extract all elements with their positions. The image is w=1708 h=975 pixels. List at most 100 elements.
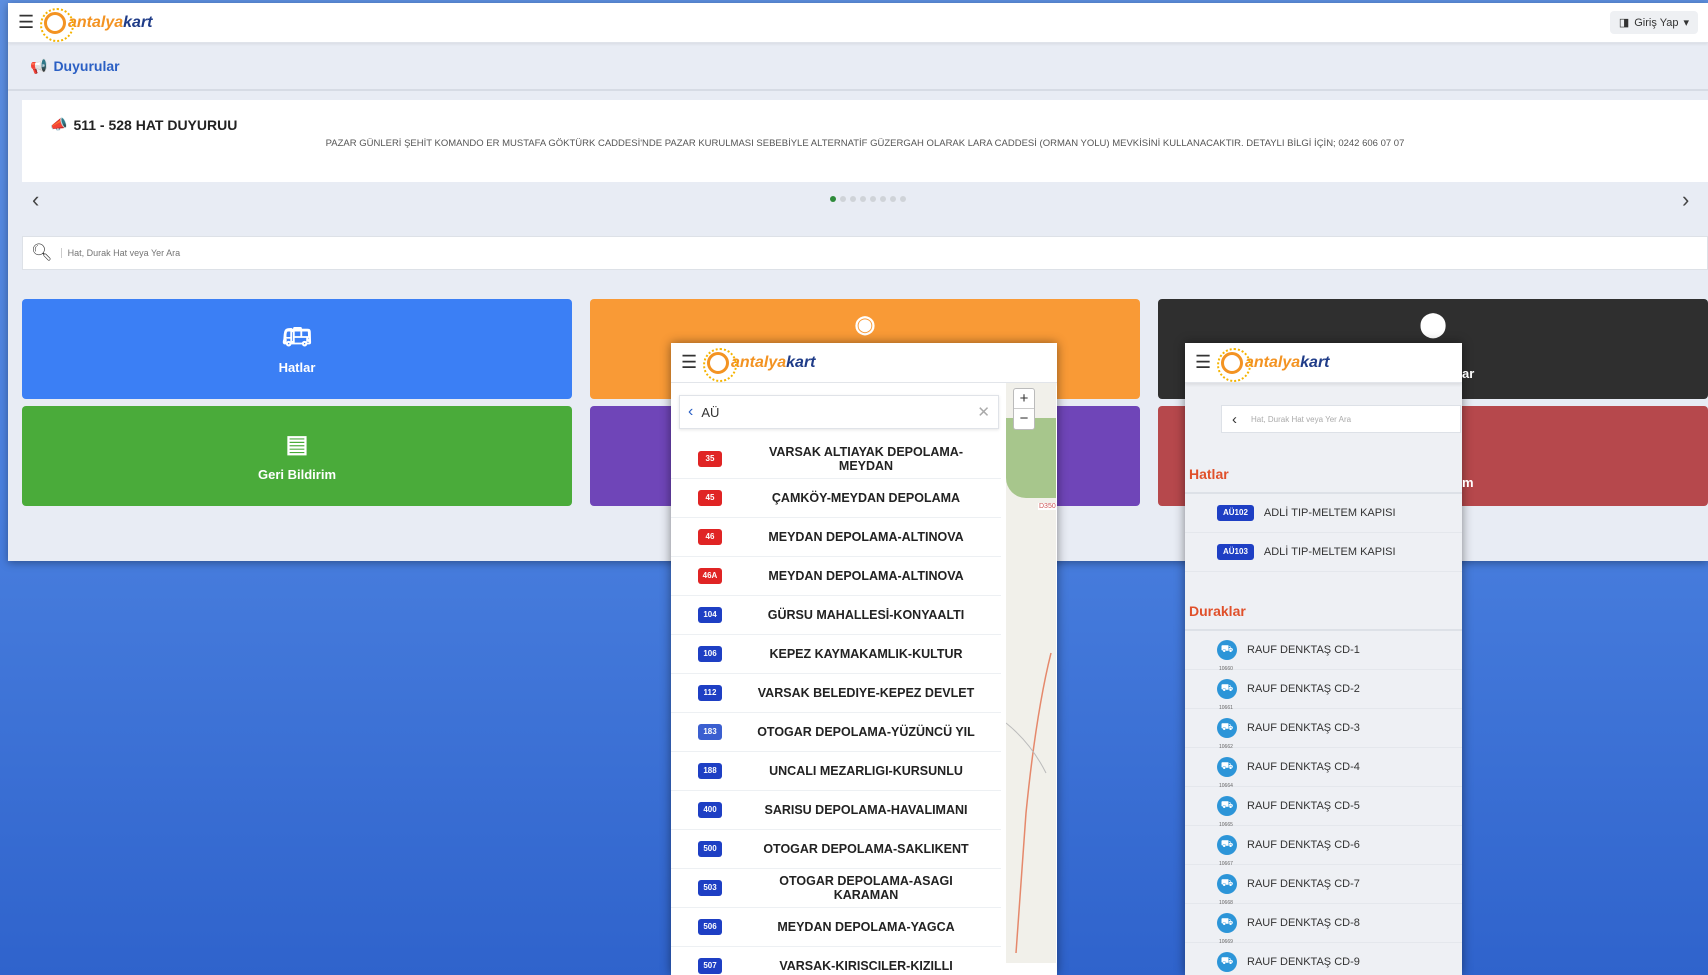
stop-name: RAUF DENKTAŞ CD-1 [1247, 644, 1360, 656]
route-code-badge: 35 [698, 451, 722, 467]
stop-number: 10669 [1219, 939, 1233, 945]
search-icon[interactable]: 🔍︎ [31, 243, 53, 263]
map-strip[interactable]: D350 [1006, 383, 1057, 963]
search-input[interactable] [60, 248, 661, 258]
carousel-dot[interactable] [870, 196, 876, 202]
stops-title: Duraklar [1185, 593, 1462, 631]
stop-number: 10660 [1219, 666, 1233, 672]
bus-stop-icon: ⛟ 10662 [1217, 718, 1237, 750]
back-arrow-icon[interactable]: ‹ [1232, 411, 1237, 428]
route-row[interactable]: 188 UNCALI MEZARLIGI-KURSUNLU [671, 752, 1001, 791]
carousel-next-icon[interactable]: › [1682, 187, 1689, 213]
stop-name: RAUF DENKTAŞ CD-7 [1247, 878, 1360, 890]
carousel-dot[interactable] [840, 196, 846, 202]
sun-logo-icon [40, 7, 74, 42]
route-name: MEYDAN DEPOLAMA-YAGCA [777, 920, 955, 934]
route-row[interactable]: 45 ÇAMKÖY-MEYDAN DEPOLAMA [671, 479, 1001, 518]
clear-icon[interactable]: ✕ [977, 403, 990, 421]
bus-stop-icon: ⛟ [1217, 952, 1237, 972]
announcements-header: 📢 Duyurular [8, 43, 1708, 91]
carousel-dot[interactable] [850, 196, 856, 202]
route-name: MEYDAN DEPOLAMA-ALTINOVA [768, 530, 964, 544]
route-name: KEPEZ KAYMAKAMLIK-KULTUR [769, 647, 963, 661]
route-row[interactable]: 506 MEYDAN DEPOLAMA-YAGCA [671, 908, 1001, 947]
back-arrow-icon[interactable]: ‹ [688, 403, 693, 421]
line-row[interactable]: AÜ103 ADLİ TIP-MELTEM KAPISI [1185, 533, 1462, 572]
stop-row[interactable]: ⛟ 10660 RAUF DENKTAŞ CD-1 [1185, 631, 1462, 672]
route-row[interactable]: 500 OTOGAR DEPOLAMA-SAKLIKENT [671, 830, 1001, 869]
map-road-label: D350 [1038, 503, 1057, 510]
stop-number: 10661 [1219, 705, 1233, 711]
top-navbar: ☰ antalya kart ◨ Giriş Yap ▾ [8, 3, 1708, 43]
route-row[interactable]: 46 MEYDAN DEPOLAMA-ALTINOVA [671, 518, 1001, 557]
carousel-dot[interactable] [830, 196, 836, 202]
panel-search-input[interactable]: AÜ [701, 405, 969, 420]
carousel-prev-icon[interactable]: ‹ [32, 187, 39, 213]
route-row[interactable]: 106 KEPEZ KAYMAKAMLIK-KULTUR [671, 635, 1001, 674]
login-button[interactable]: ◨ Giriş Yap ▾ [1609, 11, 1698, 34]
mobile-results-panel: ☰ antalya kart ‹ Hat, Durak Hat veya Yer … [1185, 343, 1462, 975]
tile-hatlar[interactable]: 🚌︎ Hatlar [22, 299, 572, 399]
carousel-dots [830, 196, 906, 202]
stop-number: 10667 [1219, 861, 1233, 867]
route-row[interactable]: 35 VARSAK ALTIAYAK DEPOLAMA-MEYDAN [671, 440, 1001, 479]
route-code-badge: 506 [698, 919, 722, 935]
panel-search-box: ‹ Hat, Durak Hat veya Yer Ara [1221, 405, 1461, 433]
route-code-badge: 112 [698, 685, 722, 701]
route-name: UNCALI MEZARLIGI-KURSUNLU [769, 764, 963, 778]
route-name: VARSAK ALTIAYAK DEPOLAMA-MEYDAN [769, 445, 963, 473]
tile-label-fragment: m [1462, 475, 1474, 490]
route-code-badge: 188 [698, 763, 722, 779]
route-name: ÇAMKÖY-MEYDAN DEPOLAMA [771, 491, 961, 505]
route-row[interactable]: 507 VARSAK-KIRISCILER-KIZILLI [671, 947, 1001, 975]
tile-label-fragment: ar [1462, 366, 1475, 381]
line-code-badge: AÜ103 [1217, 544, 1254, 560]
stop-number: 10665 [1219, 822, 1233, 828]
map-green-area [1006, 418, 1056, 498]
brand-logo[interactable]: antalya kart [1217, 347, 1330, 382]
carousel-dot[interactable] [890, 196, 896, 202]
tile-geri-bildirim[interactable]: ▤ Geri Bildirim [22, 406, 572, 506]
route-row[interactable]: 112 VARSAK BELEDIYE-KEPEZ DEVLET [671, 674, 1001, 713]
panel-header: ☰ antalya kart [1185, 343, 1462, 383]
route-row[interactable]: 400 SARISU DEPOLAMA-HAVALIMANI [671, 791, 1001, 830]
megaphone-icon: 📢 [30, 57, 48, 74]
route-row[interactable]: 503 OTOGAR DEPOLAMA-ASAGI KARAMAN [671, 869, 1001, 908]
bus-stop-icon: ⛟ 10664 [1217, 757, 1237, 789]
line-row[interactable]: AÜ102 ADLİ TIP-MELTEM KAPISI [1185, 494, 1462, 533]
map-zoom-control: + − [1013, 388, 1035, 430]
route-row[interactable]: 104 GÜRSU MAHALLESİ-KONYAALTI [671, 596, 1001, 635]
location-pin-icon: ⬤ [1419, 310, 1447, 338]
brand-logo[interactable]: antalya kart [703, 347, 816, 382]
carousel-dot[interactable] [860, 196, 866, 202]
mobile-search-panel: ☰ antalya kart ‹ AÜ ✕ 35 VARSAK ALTIAYAK D… [671, 343, 1057, 975]
bus-icon: 🚌︎ [281, 324, 313, 351]
stop-list: ⛟ 10660 RAUF DENKTAŞ CD-1 ⛟ 10661 RAUF DENKTA… [1185, 631, 1462, 975]
route-code-badge: 507 [698, 958, 722, 974]
map-roads [1006, 652, 1052, 954]
brand-logo[interactable]: antalya kart [40, 7, 153, 42]
route-name: OTOGAR DEPOLAMA-YÜZÜNCÜ YIL [757, 725, 975, 739]
route-row[interactable]: 46A MEYDAN DEPOLAMA-ALTINOVA [671, 557, 1001, 596]
zoom-out-button[interactable]: − [1014, 409, 1034, 429]
carousel-dot[interactable] [880, 196, 886, 202]
sun-logo-icon [703, 347, 737, 382]
line-name: ADLİ TIP-MELTEM KAPISI [1263, 507, 1396, 519]
bus-stop-icon: ⛟ 10665 [1217, 796, 1237, 828]
camera-icon: ◉ [854, 310, 876, 338]
line-code-badge: AÜ102 [1217, 505, 1254, 521]
zoom-in-button[interactable]: + [1014, 389, 1034, 409]
panel-search-box: ‹ AÜ ✕ [679, 395, 999, 429]
route-list: 35 VARSAK ALTIAYAK DEPOLAMA-MEYDAN 45 ÇAMKÖ… [671, 440, 1001, 975]
route-name: OTOGAR DEPOLAMA-ASAGI KARAMAN [779, 874, 953, 902]
route-row[interactable]: 183 OTOGAR DEPOLAMA-YÜZÜNCÜ YIL [671, 713, 1001, 752]
route-name: OTOGAR DEPOLAMA-SAKLIKENT [763, 842, 969, 856]
panel-search-input[interactable]: Hat, Durak Hat veya Yer Ara [1251, 415, 1351, 424]
bus-stop-icon: ⛟ 10660 [1217, 640, 1237, 672]
megaphone-icon: 📣 [50, 116, 68, 132]
lines-title: Hatlar [1185, 456, 1462, 494]
line-name: ADLİ TIP-MELTEM KAPISI [1263, 546, 1396, 558]
stop-name: RAUF DENKTAŞ CD-4 [1247, 761, 1360, 773]
carousel-dot[interactable] [900, 196, 906, 202]
route-code-badge: 45 [698, 490, 722, 506]
